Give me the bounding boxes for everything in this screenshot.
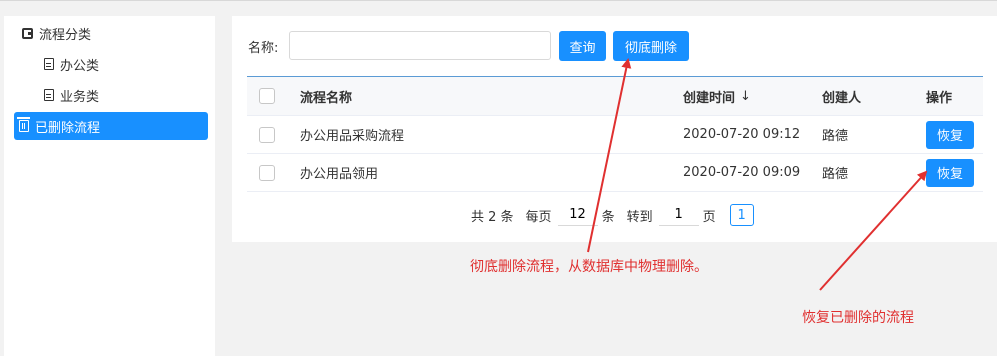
table-row: 办公用品采购流程 2020-07-20 09:12 路德 恢复 [247,116,983,154]
pager-per-page-label: 每页 [525,209,552,225]
row-checkbox[interactable] [259,126,275,143]
row-creator: 路德 [822,129,849,144]
sidebar-item-deleted-processes[interactable]: 已删除流程 [14,112,208,140]
table-row: 办公用品领用 2020-07-20 09:09 路德 恢复 [247,154,983,192]
sidebar-item-office[interactable]: 办公类 [40,50,208,78]
pager-total: 共 2 条 [471,209,514,225]
page-button-current[interactable]: 1 [729,204,754,226]
search-label: 名称: [248,41,279,56]
header-time-sortable[interactable]: 创建时间 ↓ [683,77,751,115]
header-time: 创建时间 [683,90,736,106]
sort-down-icon: ↓ [740,88,751,104]
purge-annotation: 彻底删除流程，从数据库中物理删除。 [470,259,708,275]
pager-goto-unit: 页 [702,209,716,225]
sidebar-item-label: 办公类 [60,58,100,74]
header-creator: 创建人 [822,90,862,106]
pagination: 共 2 条 每页 条 转到 页 1 [471,204,754,226]
header-operation: 操作 [926,90,953,106]
row-time: 2020-07-20 09:12 [683,127,801,142]
restore-button[interactable]: 恢复 [926,120,974,149]
row-creator: 路德 [822,167,849,182]
restore-button[interactable]: 恢复 [926,158,974,187]
row-time: 2020-07-20 09:09 [683,165,801,180]
sidebar-item-label: 流程分类 [39,27,92,43]
trash-icon [17,117,30,132]
process-table: 流程名称 创建时间 ↓ 创建人 操作 办公用品采购流程 2020-07-20 0… [247,76,983,192]
select-all-checkbox[interactable] [259,88,275,104]
purge-button[interactable]: 彻底删除 [613,31,689,61]
top-divider [0,0,997,1]
restore-annotation: 恢复已删除的流程 [802,310,914,326]
row-name: 办公用品领用 [300,167,379,182]
document-icon [44,89,54,101]
row-name: 办公用品采购流程 [300,129,405,144]
sidebar: 流程分类 办公类 业务类 已删除流程 [4,16,215,356]
sidebar-item-process-category[interactable]: 流程分类 [18,19,208,47]
sidebar-item-business[interactable]: 业务类 [40,81,208,109]
sidebar-item-label: 已删除流程 [35,120,101,136]
sidebar-item-label: 业务类 [60,89,100,105]
pager-per-page-unit: 条 [601,209,615,225]
main-panel: 名称: 查询 彻底删除 流程名称 创建时间 ↓ 创建人 操作 办公用品采购流程 … [232,16,997,242]
goto-page-input[interactable] [658,204,699,226]
table-header: 流程名称 创建时间 ↓ 创建人 操作 [247,77,983,116]
document-icon [44,58,54,70]
header-name: 流程名称 [300,90,353,106]
pager-goto-label: 转到 [626,209,653,225]
row-checkbox[interactable] [259,164,275,181]
search-input[interactable] [289,31,551,60]
query-button[interactable]: 查询 [559,31,606,61]
per-page-input[interactable] [557,204,598,226]
wallet-icon [22,27,33,39]
